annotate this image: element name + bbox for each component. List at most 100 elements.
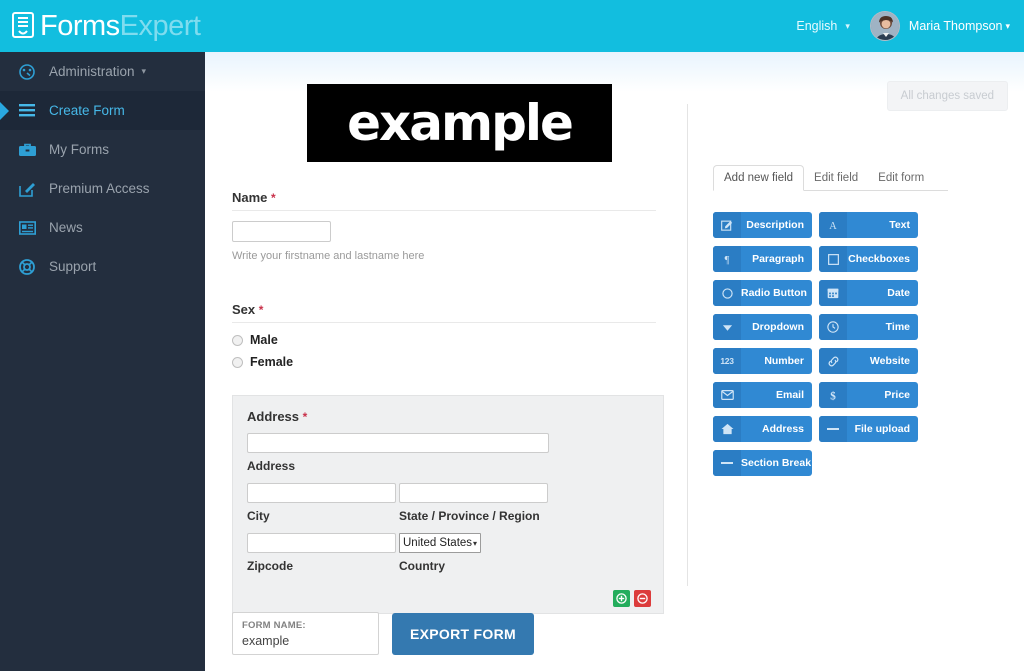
field-button-label: Number [764, 355, 804, 367]
field-button-paragraph[interactable]: ¶ Paragraph [713, 246, 812, 272]
sidebar-item-create-form[interactable]: Create Form [0, 91, 205, 130]
name-input[interactable] [232, 221, 331, 242]
letter-a-icon: A [819, 212, 847, 238]
radio-option-label: Male [250, 333, 278, 347]
sidebar-item-label: Support [49, 259, 97, 274]
field-button-number[interactable]: 123 Number [713, 348, 812, 374]
address-country-col: United States ▾ Country [399, 533, 548, 583]
svg-text:$: $ [830, 390, 836, 401]
brand-text: FormsExpert [40, 9, 201, 42]
sidebar-item-news[interactable]: News [0, 208, 205, 247]
sidebar-item-support[interactable]: Support [0, 247, 205, 286]
chevron-down-icon[interactable]: ▾ [845, 21, 850, 32]
field-button-email[interactable]: Email [713, 382, 812, 408]
field-button-label: File upload [854, 423, 910, 435]
status-badge-all-changes-saved: All changes saved [886, 81, 1008, 111]
radio-icon[interactable] [232, 356, 243, 368]
field-type-button-grid: Description A Text ¶ Paragraph Checkboxe… [713, 212, 948, 476]
form-logo-banner: example [307, 84, 612, 162]
address-zipcode-input[interactable] [247, 533, 396, 553]
sidebar-item-label: Create Form [49, 103, 125, 118]
field-button-description[interactable]: Description [713, 212, 812, 238]
field-button-price[interactable]: $ Price [819, 382, 918, 408]
field-button-radio-button[interactable]: Radio Button [713, 280, 812, 306]
sidebar-item-my-forms[interactable]: My Forms [0, 130, 205, 169]
form-name-caption: FORM NAME: [242, 619, 306, 631]
field-button-label: Time [885, 321, 910, 333]
address-country-value: United States [403, 537, 473, 549]
address-row-zip-country: Zipcode United States ▾ Country [247, 533, 649, 583]
user-chevron-down-icon[interactable]: ▾ [1005, 21, 1010, 32]
address-row-actions [613, 590, 651, 607]
sidebar-item-administration[interactable]: Administration ▾ [0, 52, 205, 91]
address-state-input[interactable] [399, 483, 548, 503]
field-button-label: Checkboxes [848, 253, 910, 265]
sidebar-item-premium-access[interactable]: Premium Access [0, 169, 205, 208]
radio-icon[interactable] [232, 334, 243, 346]
address-city-col: City [247, 483, 396, 533]
radio-option-female[interactable]: Female [232, 355, 687, 369]
field-name[interactable]: Name * Write your firstname and lastname… [232, 190, 687, 262]
avatar[interactable] [869, 11, 900, 41]
required-asterisk: * [302, 410, 308, 424]
field-name-label-text: Name [232, 190, 268, 205]
form-preview-column: example Name * Write your firstname and … [232, 84, 687, 614]
address-street-sublabel: Address [247, 459, 296, 473]
remove-field-button[interactable] [634, 590, 651, 607]
field-button-address[interactable]: Address [713, 416, 812, 442]
chevron-down-icon: ▾ [472, 538, 477, 548]
add-field-button[interactable] [613, 590, 630, 607]
radio-option-male[interactable]: Male [232, 333, 687, 347]
field-button-checkboxes[interactable]: Checkboxes [819, 246, 918, 272]
form-logo-text: example [347, 94, 574, 152]
address-country-select[interactable]: United States ▾ [399, 533, 481, 553]
form-name-value[interactable]: example [242, 634, 369, 648]
digits-123-icon: 123 [713, 348, 741, 374]
user-name-label[interactable]: Maria Thompson [909, 19, 1003, 33]
lifebuoy-icon [19, 258, 41, 275]
field-button-label: Radio Button [741, 287, 807, 299]
address-street-input[interactable] [247, 433, 549, 453]
field-address-label: Address * [247, 409, 649, 424]
field-button-label: Text [889, 219, 910, 231]
main-content: All changes saved example Name * Write y… [205, 52, 1024, 671]
field-button-section-break[interactable]: Section Break [713, 450, 812, 476]
tab-edit-field[interactable]: Edit field [804, 166, 868, 190]
field-name-helper-text: Write your firstname and lastname here [232, 250, 425, 262]
tab-add-new-field[interactable]: Add new field [713, 165, 805, 191]
field-button-time[interactable]: Time [819, 314, 918, 340]
field-button-website[interactable]: Website [819, 348, 918, 374]
app-root: FormsExpert English ▾ Maria Thompson ▾ A… [0, 0, 1024, 671]
field-button-date[interactable]: Date [819, 280, 918, 306]
brand-logo[interactable]: FormsExpert [0, 0, 201, 52]
sidebar-item-label: Administration [49, 64, 135, 79]
field-sex[interactable]: Sex * Male Female [232, 302, 687, 369]
tab-edit-form[interactable]: Edit form [868, 166, 934, 190]
radio-option-label: Female [250, 355, 294, 369]
field-button-label: Description [746, 219, 804, 231]
form-name-field[interactable]: FORM NAME: example [232, 612, 379, 655]
calendar-icon [819, 280, 847, 306]
checkbox-icon [819, 246, 847, 272]
sidebar: Administration ▾ Create Form My Forms Pr… [0, 52, 205, 671]
top-header-bar: FormsExpert English ▾ Maria Thompson ▾ [0, 0, 1024, 52]
brand-text-secondary: Expert [119, 9, 201, 42]
field-button-file-upload[interactable]: File upload [819, 416, 918, 442]
link-icon [819, 348, 847, 374]
menu-icon [19, 104, 41, 117]
field-button-label: Date [887, 287, 910, 299]
address-city-sublabel: City [247, 509, 270, 523]
svg-text:¶: ¶ [725, 255, 730, 265]
language-selector-label[interactable]: English [788, 19, 845, 33]
field-sex-label-text: Sex [232, 302, 256, 317]
required-asterisk: * [258, 303, 264, 317]
minus-icon [713, 450, 741, 476]
field-button-dropdown[interactable]: Dropdown [713, 314, 812, 340]
field-address[interactable]: Address * Address City State / Province … [232, 395, 664, 614]
field-button-text[interactable]: A Text [819, 212, 918, 238]
address-city-input[interactable] [247, 483, 396, 503]
export-form-button[interactable]: EXPORT FORM [392, 612, 534, 655]
field-button-label: Section Break [741, 457, 812, 469]
field-sex-label: Sex * [232, 302, 656, 323]
newspaper-icon [19, 220, 41, 235]
